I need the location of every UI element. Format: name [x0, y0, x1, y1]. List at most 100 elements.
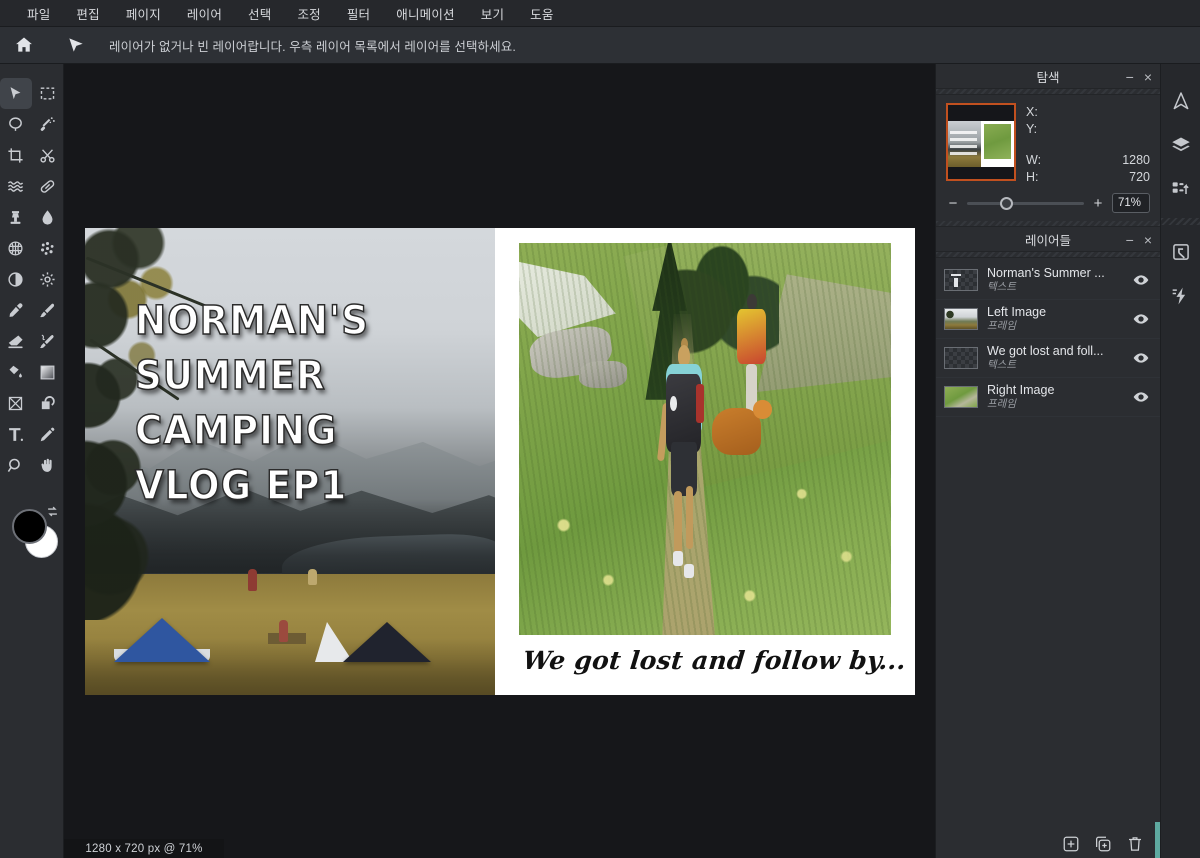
crop-tool[interactable]: [0, 140, 32, 171]
tool-grid: [0, 78, 63, 481]
menu-item-edit[interactable]: 편집: [63, 0, 112, 27]
menu-item-animation[interactable]: 애니메이션: [383, 0, 468, 27]
right-image-thumb: [945, 387, 977, 407]
blur-tool[interactable]: [32, 202, 64, 233]
rail-history[interactable]: [1161, 168, 1200, 212]
canvas-area[interactable]: NORMAN'S SUMMER CAMPING VLOG EP1 We got …: [64, 64, 935, 858]
pen-tool[interactable]: [32, 419, 64, 450]
layer-row[interactable]: Left Image 프레임: [936, 300, 1160, 339]
navigator-h-value: 720: [1129, 169, 1150, 184]
zoom-out-button[interactable]: −: [946, 196, 960, 211]
eyedropper-tool[interactable]: [0, 295, 32, 326]
duplicate-layer-button[interactable]: [1092, 833, 1114, 855]
headline-line-2: SUMMER: [134, 352, 326, 400]
lightning-bolt-icon: [1171, 286, 1191, 309]
layer-thumbnail[interactable]: [944, 308, 978, 330]
tool-palette: [0, 64, 64, 858]
home-icon[interactable]: [7, 30, 41, 60]
move-tool[interactable]: [0, 78, 32, 109]
sharpen-tool[interactable]: [32, 264, 64, 295]
lasso-tool[interactable]: [0, 109, 32, 140]
caption-text-layer[interactable]: We got lost and follow by...: [521, 646, 907, 675]
hand-tool[interactable]: [32, 450, 64, 481]
layers-panel-header: 레이어들 − ×: [936, 227, 1160, 252]
contrast-tool[interactable]: [0, 264, 32, 295]
rail-effects[interactable]: [1161, 275, 1200, 319]
liquify-tool[interactable]: [0, 171, 32, 202]
canvas-status-bar: 1280 x 720 px @ 71%: [64, 839, 224, 858]
eye-icon[interactable]: [1128, 311, 1154, 327]
mesh-tool[interactable]: [0, 233, 32, 264]
zoom-controls: − + 71%: [936, 189, 1160, 221]
zoom-in-button[interactable]: +: [1091, 196, 1105, 211]
scissors-tool[interactable]: [32, 140, 64, 171]
layers-minimize-button[interactable]: −: [1126, 233, 1134, 247]
rail-transform[interactable]: [1161, 231, 1200, 275]
headline-text-layer[interactable]: NORMAN'S SUMMER CAMPING VLOG EP1: [134, 294, 442, 514]
menu-item-page[interactable]: 페이지: [113, 0, 174, 27]
delete-layer-button[interactable]: [1124, 833, 1146, 855]
artboard[interactable]: NORMAN'S SUMMER CAMPING VLOG EP1 We got …: [85, 228, 915, 695]
layers-panel-title: 레이어들: [1024, 233, 1071, 248]
transform-tool[interactable]: [0, 388, 32, 419]
foreground-color-swatch[interactable]: [12, 509, 47, 544]
menu-item-select[interactable]: 선택: [235, 0, 284, 27]
add-layer-button[interactable]: [1060, 833, 1082, 855]
paintbrush-tool[interactable]: [32, 295, 64, 326]
eraser-tool[interactable]: [0, 326, 32, 357]
text-tool[interactable]: [0, 419, 32, 450]
layer-row[interactable]: Right Image 프레임: [936, 378, 1160, 417]
eye-icon[interactable]: [1128, 350, 1154, 366]
heal-tool[interactable]: [32, 171, 64, 202]
layer-row[interactable]: We got lost and foll... 텍스트: [936, 339, 1160, 378]
right-card[interactable]: We got lost and follow by...: [495, 228, 915, 695]
menu-item-layer[interactable]: 레이어: [174, 0, 235, 27]
smudge-tool[interactable]: [32, 326, 64, 357]
navigator-thumbnail[interactable]: [946, 103, 1016, 181]
marquee-select-tool[interactable]: [32, 78, 64, 109]
menu-item-filter[interactable]: 필터: [334, 0, 383, 27]
gradient-tool[interactable]: [32, 357, 64, 388]
scatter-tool[interactable]: [32, 233, 64, 264]
cursor-arrow-icon[interactable]: [59, 30, 93, 60]
layer-thumbnail[interactable]: [944, 269, 978, 291]
layer-row[interactable]: Norman's Summer ... 텍스트: [936, 261, 1160, 300]
navigator-close-button[interactable]: ×: [1144, 70, 1152, 84]
menu-item-view[interactable]: 보기: [468, 0, 517, 27]
shape-tool[interactable]: [32, 388, 64, 419]
panel-rail: [1160, 64, 1200, 858]
rail-divider: [1161, 218, 1200, 225]
clone-stamp-tool[interactable]: [0, 202, 32, 233]
navigator-x-label: X:: [1026, 104, 1038, 119]
menu-item-help[interactable]: 도움: [517, 0, 566, 27]
paint-bucket-tool[interactable]: [0, 357, 32, 388]
navigator-h-row: H: 720: [1026, 168, 1150, 185]
menu-item-file[interactable]: 파일: [14, 0, 63, 27]
zoom-slider-handle[interactable]: [999, 196, 1013, 210]
zoom-slider-track[interactable]: [967, 196, 1084, 210]
zoom-tool[interactable]: [0, 450, 32, 481]
layer-name: We got lost and foll...: [987, 344, 1104, 358]
history-list-icon: [1171, 179, 1191, 202]
layer-thumbnail[interactable]: [944, 386, 978, 408]
zoom-value-input[interactable]: 71%: [1112, 193, 1150, 213]
rail-navigator[interactable]: [1161, 80, 1200, 124]
left-image-frame[interactable]: NORMAN'S SUMMER CAMPING VLOG EP1: [85, 228, 495, 695]
navigator-w-row: W: 1280: [1026, 151, 1150, 168]
navigator-minimize-button[interactable]: −: [1126, 70, 1134, 84]
color-swatches: [0, 503, 64, 583]
magic-wand-tool[interactable]: [32, 109, 64, 140]
text-thumb-empty: [945, 348, 977, 368]
layer-thumbnail[interactable]: [944, 347, 978, 369]
navigator-panel-title: 탐색: [1036, 70, 1060, 85]
layers-close-button[interactable]: ×: [1144, 233, 1152, 247]
right-image-frame[interactable]: [519, 243, 891, 635]
headline-line-4: VLOG EP1: [134, 462, 348, 510]
navigator-panel-header: 탐색 − ×: [936, 64, 1160, 89]
eye-icon[interactable]: [1128, 272, 1154, 288]
rail-layers[interactable]: [1161, 124, 1200, 168]
layer-name: Norman's Summer ...: [987, 266, 1105, 280]
menu-item-adjust[interactable]: 조정: [284, 0, 333, 27]
eye-icon[interactable]: [1128, 389, 1154, 405]
swap-arrows-icon[interactable]: [45, 504, 60, 522]
